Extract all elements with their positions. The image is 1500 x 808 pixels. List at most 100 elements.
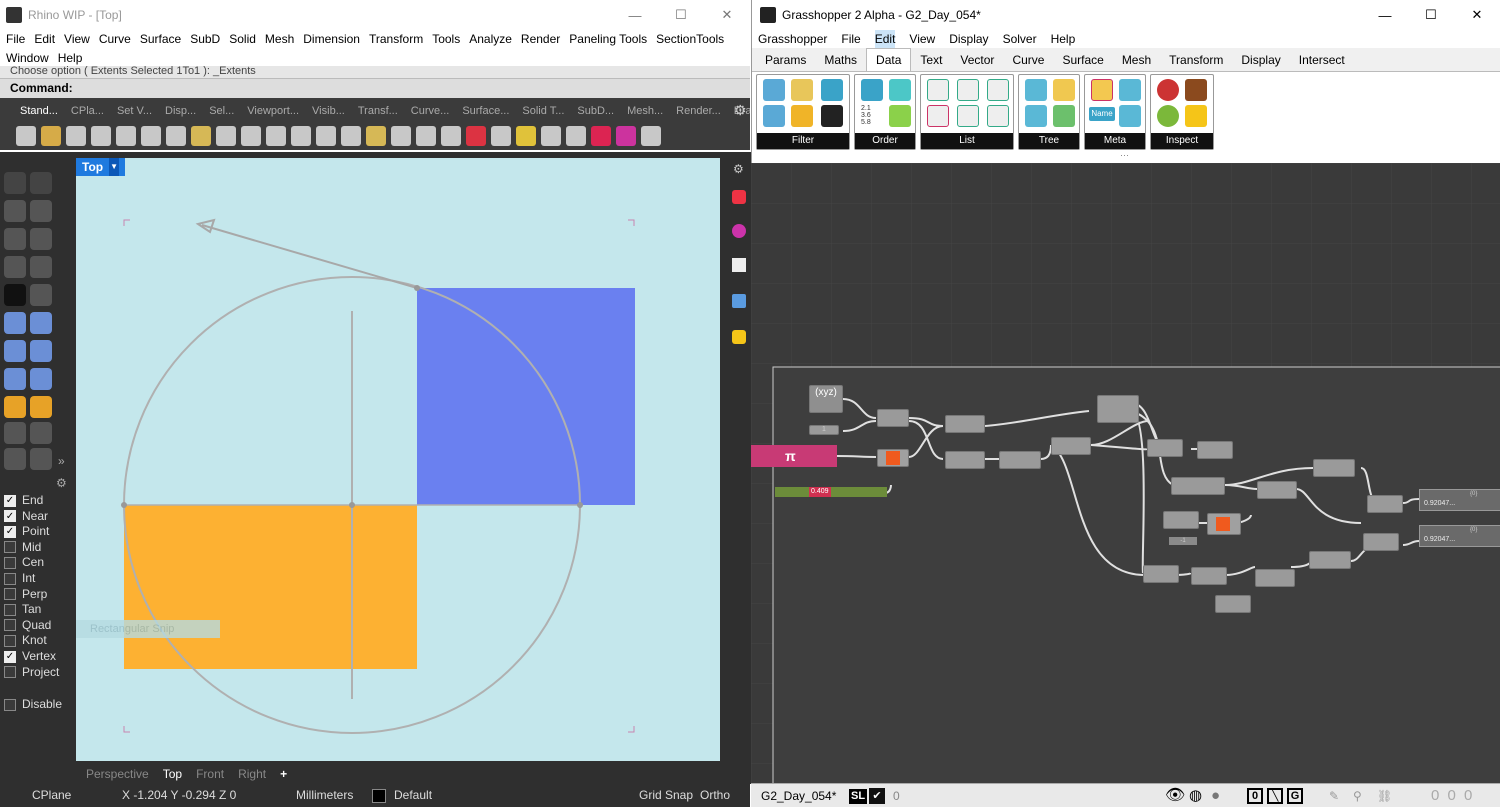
tab-mesh-tools[interactable]: Mesh... [627, 105, 663, 117]
rectangle-icon[interactable] [30, 256, 52, 278]
tab-select[interactable]: Sel... [209, 105, 234, 117]
move-node[interactable] [1215, 595, 1251, 613]
zoom-selected-icon[interactable] [366, 126, 386, 146]
orange-rectangle[interactable] [124, 505, 417, 669]
menu-edit[interactable]: Edit [34, 30, 55, 49]
layers-panel-icon[interactable] [732, 190, 746, 204]
gh-menu-help[interactable]: Help [1051, 30, 1076, 48]
simplify-icon[interactable] [1025, 105, 1047, 127]
transform-icon[interactable] [4, 422, 26, 444]
box-icon[interactable] [4, 340, 26, 362]
ribbon-grip-icon[interactable]: ⋯ [1120, 150, 1129, 161]
menu-analyze[interactable]: Analyze [469, 30, 512, 49]
osnap-near[interactable]: ✓ Near [4, 509, 48, 524]
gear-icon[interactable]: ⚙ [734, 102, 747, 119]
undo-icon[interactable] [216, 126, 236, 146]
arc-icon[interactable] [4, 256, 26, 278]
tab-subd-tools[interactable]: SubD... [577, 105, 614, 117]
graft-icon[interactable] [1025, 79, 1047, 101]
arrow-line[interactable] [201, 224, 418, 289]
osnap-knot[interactable]: Knot [4, 633, 47, 648]
sphere-icon[interactable]: ● [1211, 784, 1220, 808]
random-node[interactable] [1197, 441, 1233, 459]
interpolate-node-2[interactable] [1313, 459, 1355, 477]
panel-1[interactable]: {0} 0.92047... [1419, 489, 1500, 511]
light-panel-icon[interactable] [732, 330, 746, 344]
dropdown-arrow-icon[interactable]: ▼ [109, 158, 120, 176]
curve-node-1[interactable] [945, 415, 985, 433]
line-node-4[interactable] [1257, 481, 1297, 499]
polygon-icon[interactable] [4, 284, 26, 306]
osnap-vertex[interactable]: ✓ Vertex [4, 649, 56, 664]
mesh-icon[interactable] [30, 368, 52, 390]
pan-icon[interactable] [241, 126, 261, 146]
surface-icon[interactable] [4, 312, 26, 334]
gh-tab-maths[interactable]: Maths [815, 49, 866, 71]
number-slider[interactable]: 0.409 [775, 487, 887, 497]
dispatch-icon[interactable] [763, 79, 785, 101]
circle-component[interactable] [877, 409, 909, 427]
tab-curve-tools[interactable]: Curve... [411, 105, 450, 117]
globe-icon[interactable]: ◍ [1189, 784, 1202, 808]
status-units[interactable]: Millimeters [296, 784, 353, 807]
g-button-icon[interactable]: G [1287, 788, 1303, 804]
menu-sectiontools[interactable]: SectionTools [656, 30, 724, 49]
checkbox[interactable]: ✓ [4, 525, 16, 538]
link-icon[interactable]: ⚲ [1353, 784, 1362, 808]
boolean-icon[interactable] [30, 396, 52, 418]
minimize-button[interactable]: — [612, 0, 658, 30]
chain-icon[interactable]: ⛓ [1377, 784, 1392, 808]
checkbox[interactable] [4, 619, 16, 632]
zoom-extents-icon[interactable] [341, 126, 361, 146]
random-node-2[interactable] [1191, 567, 1227, 585]
list-length-icon[interactable] [957, 79, 979, 101]
cull-pattern-icon[interactable] [821, 105, 843, 127]
osnap-end[interactable]: ✓ End [4, 493, 43, 508]
sort-node[interactable] [1163, 511, 1199, 529]
gh-menu-solver[interactable]: Solver [1003, 30, 1037, 48]
analyze-icon[interactable] [30, 448, 52, 470]
number-one[interactable]: 1 [809, 425, 839, 435]
gh-tab-vector[interactable]: Vector [951, 49, 1003, 71]
tab-cplanes[interactable]: CPla... [71, 105, 104, 117]
menu-mesh[interactable]: Mesh [265, 30, 294, 49]
status-cplane[interactable]: CPlane [32, 784, 71, 807]
sort-list-icon[interactable] [861, 79, 883, 101]
save-icon[interactable] [66, 126, 86, 146]
select-arrow-icon[interactable] [4, 172, 26, 194]
inspect-magnifier-icon[interactable] [1157, 105, 1179, 127]
check-icon[interactable]: ✔ [869, 788, 885, 804]
gh-menu-view[interactable]: View [909, 30, 935, 48]
array-icon[interactable] [30, 422, 52, 444]
gate-icon[interactable] [791, 79, 813, 101]
tab-viewport-layout[interactable]: Viewport... [247, 105, 299, 117]
meta-node-icon[interactable] [1119, 79, 1141, 101]
menu-curve[interactable]: Curve [99, 30, 131, 49]
layer-color-swatch[interactable] [372, 789, 386, 803]
menu-surface[interactable]: Surface [140, 30, 181, 49]
copy-icon[interactable] [166, 126, 186, 146]
curve-node-2[interactable] [945, 451, 985, 469]
point-component[interactable]: (xyz) [809, 385, 843, 413]
tab-perspective[interactable]: Perspective [86, 767, 149, 781]
osnap-grid-icon[interactable] [491, 126, 511, 146]
stream-gate-icon[interactable] [791, 105, 813, 127]
osnap-gear-icon[interactable]: ⚙ [56, 476, 67, 490]
flatten-icon[interactable] [1053, 79, 1075, 101]
checkbox[interactable]: ✓ [4, 650, 16, 663]
cut-icon[interactable] [141, 126, 161, 146]
maximize-button[interactable]: ☐ [658, 0, 704, 30]
undo-view-icon[interactable] [391, 126, 411, 146]
checkbox[interactable] [4, 603, 16, 616]
ellipse-icon[interactable] [30, 228, 52, 250]
relay-icon[interactable] [1119, 105, 1141, 127]
rotate-view-icon[interactable] [266, 126, 286, 146]
shift-list-icon[interactable] [889, 79, 911, 101]
interpolate-node[interactable] [1097, 395, 1139, 423]
tab-front[interactable]: Front [196, 767, 224, 781]
info-icon[interactable] [1091, 79, 1113, 101]
tab-standard[interactable]: Stand... [20, 105, 58, 117]
menu-solid[interactable]: Solid [229, 30, 256, 49]
tab-render-tools[interactable]: Render... [676, 105, 721, 117]
material-ball-icon[interactable] [641, 126, 661, 146]
